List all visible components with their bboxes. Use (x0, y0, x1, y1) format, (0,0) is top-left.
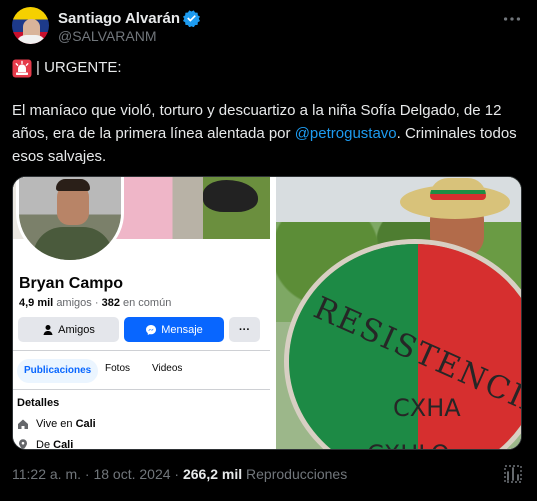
stats-separator: · (94, 297, 99, 309)
protest-photo[interactable]: RESISTENCIA CXHA CXHLO (276, 177, 521, 449)
author-handle[interactable]: @SALVARANM (58, 28, 157, 44)
friends-label: amigos (56, 297, 92, 309)
facebook-tab-posts: Publicaciones (17, 359, 99, 383)
facebook-details-heading: Detalles (17, 397, 60, 409)
facebook-more-button: ··· (229, 317, 260, 342)
more-options-icon[interactable] (501, 8, 523, 30)
friends-button-label: Amigos (58, 323, 95, 336)
facebook-lives-in-row: Vive en Cali (17, 418, 96, 430)
views-count: 266,2 mil (182, 466, 243, 482)
lives-in-label: Vive en (36, 418, 73, 430)
facebook-profile-screenshot[interactable]: Bryan Campo 4,9 mil amigos · 382 en comú… (13, 177, 270, 450)
tweet-media[interactable]: Bryan Campo 4,9 mil amigos · 382 en comú… (12, 176, 522, 450)
profile-picture-body (33, 227, 113, 260)
from-value: Cali (53, 439, 74, 450)
alert-line: | URGENTE: (12, 58, 122, 78)
meta-separator-2: · (174, 466, 180, 482)
facebook-divider (13, 350, 270, 351)
goat-shape (203, 180, 258, 212)
facebook-from-row: De Cali (17, 439, 74, 450)
avatar-shirt (16, 35, 46, 44)
message-button-label: Mensaje (161, 323, 203, 336)
home-icon (18, 419, 28, 429)
rotating-light-emoji-icon (12, 59, 32, 77)
person-check-icon (43, 324, 53, 335)
facebook-tab-photos: Fotos (105, 363, 131, 374)
tweet-metadata: 11:22 a. m. · 18 oct. 2024 · 266,2 mil R… (12, 466, 347, 482)
facebook-friend-stats: 4,9 mil amigos · 382 en común (19, 297, 171, 309)
from-label: De (36, 439, 51, 450)
facebook-divider-tabs (13, 389, 270, 390)
profile-picture-hair (56, 179, 90, 191)
messenger-icon (146, 324, 157, 335)
facebook-message-button: Mensaje (124, 317, 224, 342)
tweet-time[interactable]: 11:22 a. m. (12, 466, 81, 482)
protest-shield: RESISTENCIA CXHA CXHLO (284, 239, 521, 449)
straw-hat-crown (430, 178, 486, 200)
shield-text-cxha: CXHA (393, 394, 461, 422)
facebook-profile-picture (16, 177, 124, 263)
tweet-date[interactable]: 18 oct. 2024 (93, 466, 170, 482)
verified-badge-icon (183, 10, 200, 27)
facebook-profile-name: Bryan Campo (19, 275, 124, 292)
meta-separator: · (84, 466, 90, 482)
mention-link[interactable]: @petrogustavo (295, 125, 397, 142)
facebook-tab-videos: Videos (152, 363, 183, 374)
author-name[interactable]: Santiago Alvarán (58, 10, 180, 27)
alert-text: | URGENTE: (36, 59, 122, 76)
views-label: Reproducciones (246, 466, 348, 482)
common-count: 382 (101, 297, 120, 309)
location-pin-icon (19, 439, 27, 449)
analytics-icon[interactable] (503, 464, 523, 484)
tweet-header: Santiago Alvarán @SALVARANM (12, 6, 525, 46)
author-avatar[interactable] (12, 7, 49, 44)
friends-count: 4,9 mil (19, 297, 54, 309)
shield-text-cxhlo: CXHLO (367, 440, 450, 449)
tweet-body: El maníaco que violó, torturo y descuart… (12, 99, 525, 168)
common-label: en común (123, 297, 172, 309)
facebook-friends-button: Amigos (18, 317, 119, 342)
lives-in-value: Cali (75, 418, 96, 430)
